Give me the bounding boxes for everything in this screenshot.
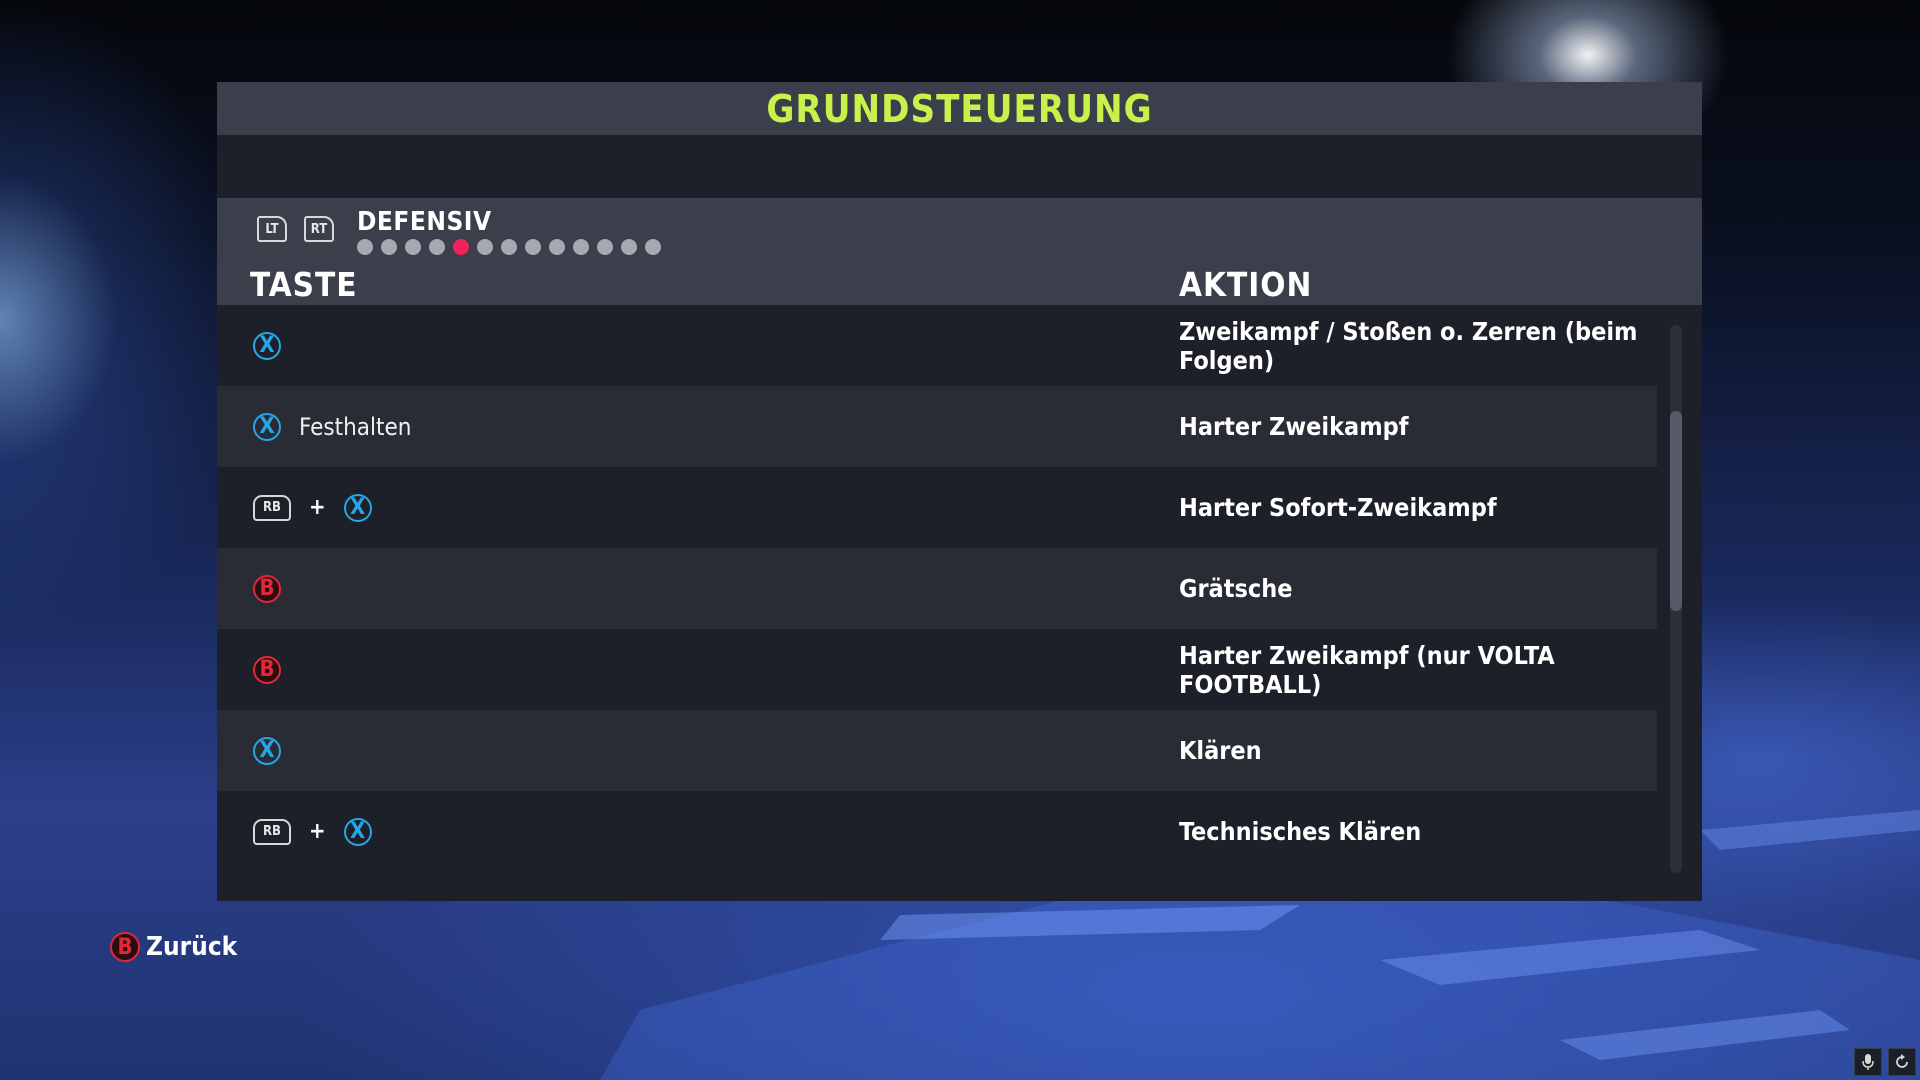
b-button-icon: B	[110, 932, 140, 962]
control-keys: RB + X	[253, 817, 372, 846]
x-button-icon: X	[343, 493, 372, 522]
scrollbar-thumb[interactable]	[1670, 411, 1682, 611]
rb-button-icon: RB	[253, 818, 291, 845]
control-action: Technisches Klären	[1179, 817, 1422, 846]
page-dot	[549, 239, 565, 255]
system-icons	[1854, 1048, 1916, 1076]
rb-button-icon: RB	[253, 494, 291, 521]
control-row[interactable]: X Festhalten Harter Zweikampf	[217, 386, 1657, 467]
back-button[interactable]: B Zurück	[110, 932, 237, 962]
panel-spacer	[217, 135, 1702, 198]
page-dot	[645, 239, 661, 255]
control-keys: B	[253, 655, 281, 684]
control-row[interactable]: B Harter Zweikampf (nur VOLTA FOOTBALL)	[217, 629, 1657, 710]
page-dot	[357, 239, 373, 255]
control-row[interactable]: RB + X Technisches Klären	[217, 791, 1657, 872]
page-dot	[621, 239, 637, 255]
page-dot	[501, 239, 517, 255]
control-action: Harter Zweikampf	[1179, 412, 1409, 441]
title-bar: GRUNDSTEUERUNG	[217, 82, 1702, 135]
control-row[interactable]: X Klären	[217, 710, 1657, 791]
back-label: Zurück	[146, 932, 238, 962]
x-button-icon: X	[343, 817, 372, 846]
control-row[interactable]: RB + X Harter Sofort-Zweikampf	[217, 467, 1657, 548]
refresh-icon[interactable]	[1888, 1048, 1916, 1076]
x-button-icon: X	[253, 331, 281, 360]
control-action: Klären	[1179, 736, 1262, 765]
b-button-icon: B	[253, 574, 281, 603]
page-dot	[573, 239, 589, 255]
x-button-icon: X	[253, 412, 281, 441]
controls-list[interactable]: RB + X Technisches Klären X Klären B Harter Zwe…	[217, 305, 1702, 901]
page-dot	[429, 239, 445, 255]
page-dot-active	[453, 239, 469, 255]
controls-panel: GRUNDSTEUERUNG LT RT DEFENSIV TASTE AKTI…	[217, 82, 1702, 901]
page-dot	[405, 239, 421, 255]
key-modifier-label: Festhalten	[299, 412, 412, 441]
rt-bumper-icon[interactable]: RT	[304, 216, 334, 242]
category-header: LT RT DEFENSIV TASTE AKTION	[217, 198, 1702, 305]
control-row[interactable]: X Zweikampf / Stoßen o. Zerren (beim Folg…	[217, 305, 1657, 386]
page-indicator	[357, 239, 661, 255]
b-button-icon: B	[253, 655, 281, 684]
page-dot	[477, 239, 493, 255]
control-keys: X Festhalten	[253, 412, 412, 441]
page-title: GRUNDSTEUERUNG	[766, 86, 1153, 131]
page-dot	[381, 239, 397, 255]
control-keys: RB + X	[253, 493, 372, 522]
page-dot	[525, 239, 541, 255]
plus-sign: +	[309, 819, 326, 844]
control-action: Harter Zweikampf (nur VOLTA FOOTBALL)	[1179, 640, 1555, 699]
control-row[interactable]: B Grätsche	[217, 548, 1657, 629]
x-button-icon: X	[253, 736, 281, 765]
control-action: Grätsche	[1179, 574, 1293, 603]
page-dot	[597, 239, 613, 255]
lt-bumper-icon[interactable]: LT	[257, 216, 287, 242]
control-action: Harter Sofort-Zweikampf	[1179, 493, 1497, 522]
control-action: Zweikampf / Stoßen o. Zerren (beim Folge…	[1179, 316, 1638, 375]
control-keys: X	[253, 331, 281, 360]
control-keys: X	[253, 736, 281, 765]
category-title: DEFENSIV	[357, 207, 492, 237]
control-keys: B	[253, 574, 281, 603]
column-header-key: TASTE	[250, 265, 358, 304]
microphone-icon[interactable]	[1854, 1048, 1882, 1076]
plus-sign: +	[309, 495, 326, 520]
column-header-action: AKTION	[1179, 265, 1313, 304]
scrollbar[interactable]	[1670, 325, 1682, 873]
